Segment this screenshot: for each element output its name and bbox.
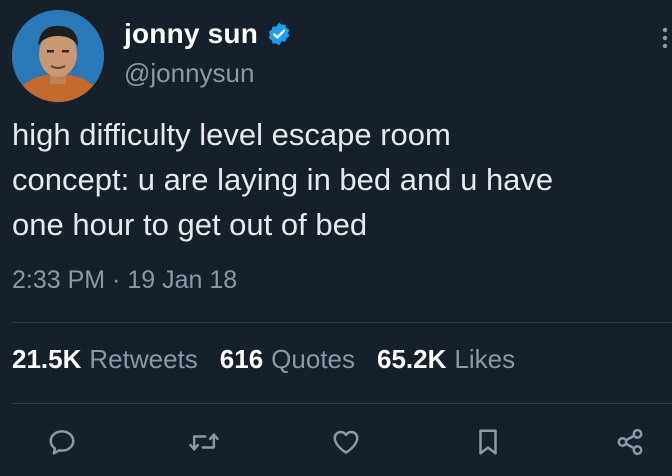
reply-icon (49, 430, 75, 455)
like-icon (333, 430, 359, 454)
retweet-button[interactable] (186, 424, 222, 460)
retweets-count: 21.5K (12, 344, 82, 374)
tweet-timestamp[interactable]: 2:33 PM · 19 Jan 18 (12, 266, 237, 295)
more-options-icon[interactable] (660, 26, 670, 50)
divider (12, 322, 672, 323)
bookmark-icon (479, 429, 497, 455)
likes-stat[interactable]: 65.2K Likes (377, 344, 515, 375)
share-button[interactable] (612, 424, 648, 460)
quotes-stat[interactable]: 616 Quotes (220, 344, 355, 375)
action-bar (0, 420, 672, 464)
avatar-photo (12, 10, 104, 102)
share-icon (617, 428, 643, 456)
tweet-text-line: concept: u are laying in bed and u have (12, 162, 554, 197)
reply-button[interactable] (44, 424, 80, 460)
divider (12, 403, 672, 404)
author-name[interactable]: jonny sun (124, 18, 258, 50)
bookmark-button[interactable] (470, 424, 506, 460)
retweets-label: Retweets (89, 344, 198, 374)
verified-badge-icon (266, 21, 292, 47)
likes-label: Likes (454, 344, 516, 374)
author-handle[interactable]: @jonnysun (124, 58, 254, 89)
tweet-text-line: high difficulty level escape room (12, 117, 451, 152)
quotes-label: Quotes (271, 344, 355, 374)
tweet-text-line: one hour to get out of bed (12, 207, 368, 242)
tweet-text: high difficulty level escape room concep… (12, 112, 662, 247)
retweets-stat[interactable]: 21.5K Retweets (12, 344, 198, 375)
avatar[interactable] (12, 10, 104, 102)
likes-count: 65.2K (377, 344, 447, 374)
quotes-count: 616 (219, 344, 264, 374)
tweet-detail: jonny sun @jonnysun high difficulty leve… (0, 0, 672, 476)
engagement-stats: 21.5K Retweets 616 Quotes 65.2K Likes (12, 344, 515, 375)
author-name-row[interactable]: jonny sun (124, 16, 292, 52)
retweet-icon (189, 433, 219, 451)
like-button[interactable] (328, 424, 364, 460)
